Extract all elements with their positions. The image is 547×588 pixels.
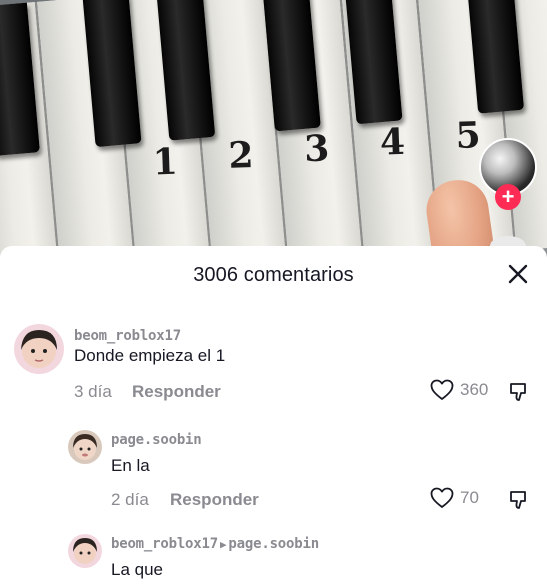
heart-icon [430, 487, 454, 508]
comment-text: En la [111, 456, 150, 475]
heart-icon [430, 379, 454, 400]
avatar[interactable] [68, 534, 102, 568]
like-button[interactable]: 360 [430, 379, 488, 401]
comment-text: La que [111, 560, 163, 579]
comment-username[interactable]: beom_roblox17 [111, 536, 218, 552]
key-number-4: 4 [379, 120, 406, 164]
reply-to-username[interactable]: page.soobin [228, 536, 319, 552]
close-icon[interactable] [506, 262, 530, 286]
like-count: 360 [460, 380, 489, 399]
comment-date: 2 día [111, 490, 149, 509]
key-number-2: 2 [227, 134, 255, 177]
avatar[interactable] [14, 324, 64, 374]
plus-icon[interactable]: + [495, 184, 521, 210]
comments-count-title: 3006 comentarios [193, 264, 354, 286]
video-player[interactable]: 1 2 3 4 5 + [0, 0, 547, 262]
comment-username[interactable]: beom_roblox17 [74, 328, 181, 344]
reply-item: page.soobin En la 2 día Responder 70 [0, 426, 547, 526]
avatar[interactable] [68, 430, 102, 464]
comment-username-thread[interactable]: beom_roblox17 ▶ page.soobin [111, 536, 319, 552]
key-number-1: 1 [152, 140, 179, 184]
like-count: 70 [460, 488, 479, 507]
key-number-3: 3 [303, 127, 330, 171]
comments-header: 3006 comentarios [0, 246, 547, 302]
comments-sheet: 3006 comentarios beom_roblox17 Donde emp… [0, 246, 547, 588]
dislike-icon[interactable] [508, 489, 530, 511]
reply-button[interactable]: Responder [132, 382, 221, 402]
comment-username[interactable]: page.soobin [111, 432, 202, 448]
comment-text: Donde empieza el 1 [74, 346, 226, 365]
reply-item: beom_roblox17 ▶ page.soobin La que [0, 530, 547, 588]
like-button[interactable]: 70 [430, 487, 479, 509]
dislike-icon[interactable] [508, 381, 530, 403]
reply-button[interactable]: Responder [170, 490, 259, 510]
comment-item: beom_roblox17 Donde empieza el 1 3 día R… [0, 318, 547, 418]
comment-date: 3 día [74, 382, 112, 401]
reply-arrow-icon: ▶ [219, 538, 227, 551]
